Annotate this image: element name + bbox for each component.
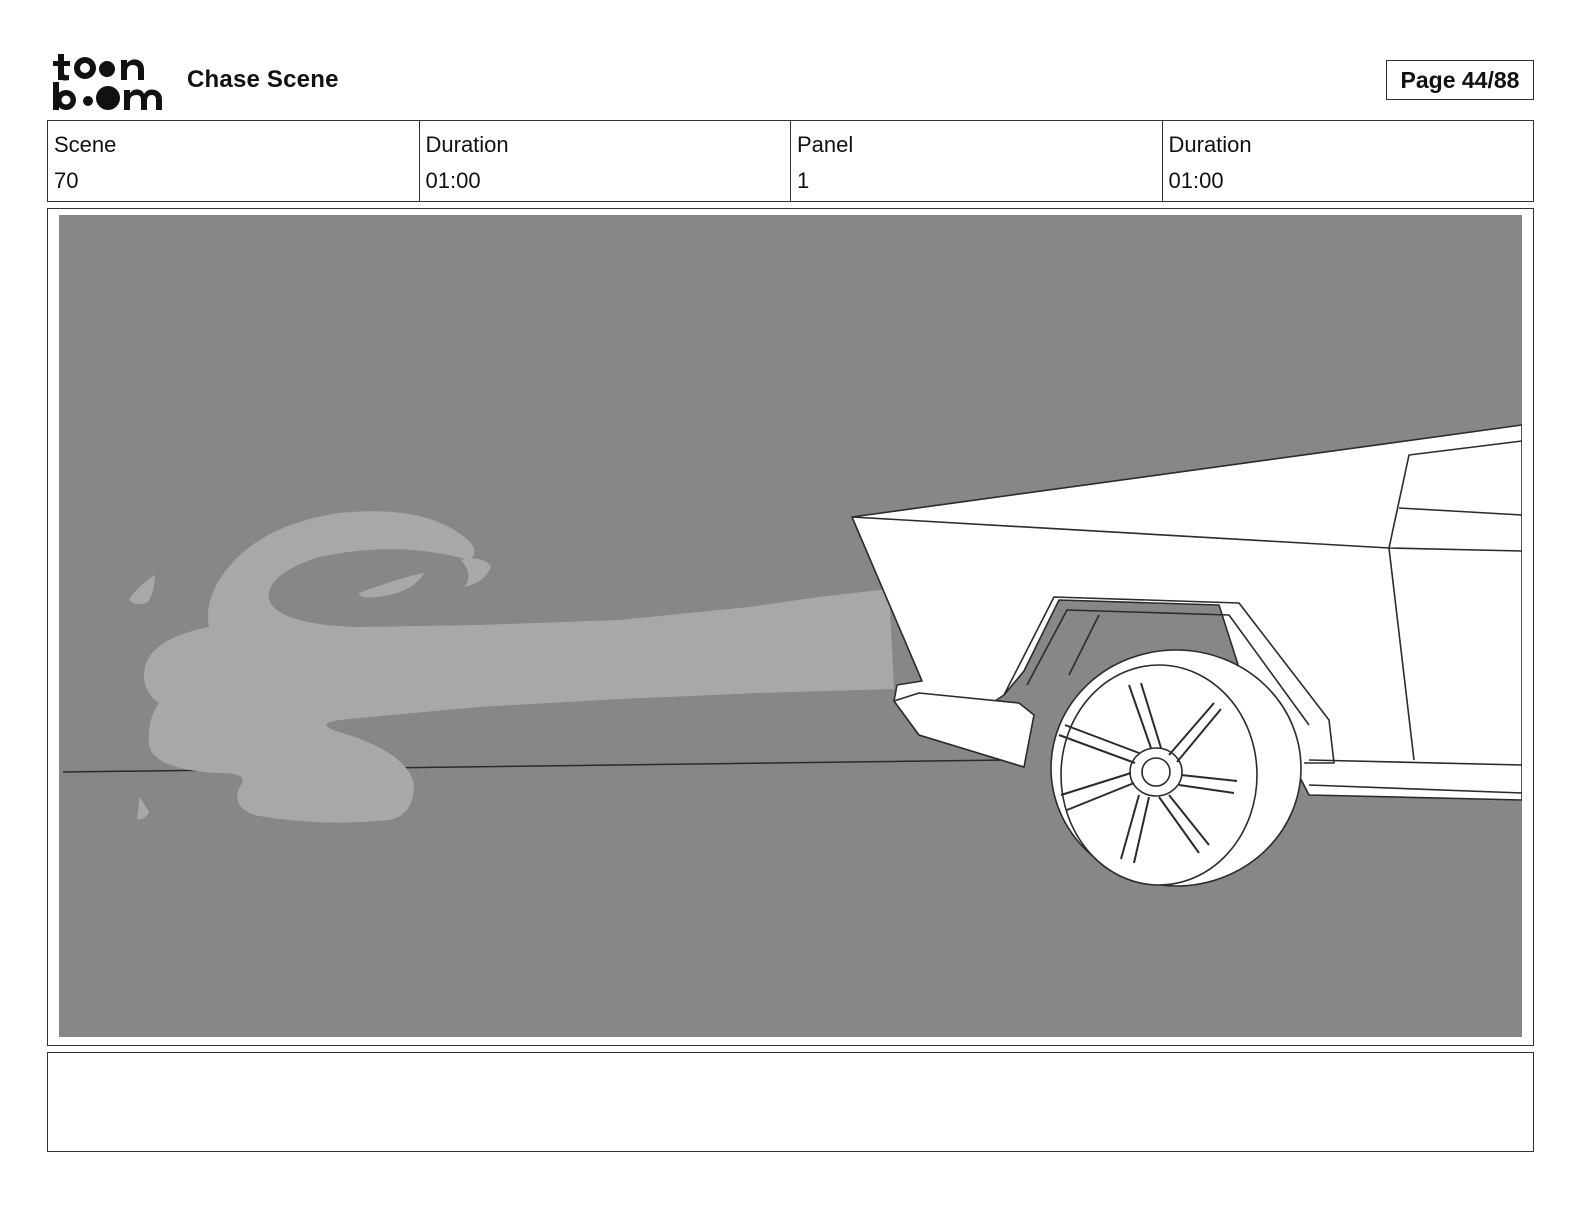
panel-notes-box bbox=[47, 1052, 1534, 1152]
scene-info-table: Scene 70 Duration 01:00 Panel 1 Duration… bbox=[47, 120, 1534, 202]
document-title: Chase Scene bbox=[187, 66, 339, 93]
toon-boom-logo bbox=[53, 54, 162, 110]
scene-label: Scene bbox=[54, 132, 117, 157]
wheel-drawing bbox=[1050, 649, 1302, 887]
page-indicator: Page 44/88 bbox=[1386, 60, 1534, 100]
panel-cell: Panel 1 bbox=[790, 121, 1162, 201]
panel-label: Panel bbox=[797, 132, 854, 157]
scene-cell: Scene 70 bbox=[48, 121, 419, 201]
panel-duration-value: 01:00 bbox=[1168, 168, 1224, 193]
panel-duration-cell: Duration 01:00 bbox=[1161, 121, 1534, 201]
panel-frame bbox=[47, 208, 1534, 1046]
panel-duration-label: Duration bbox=[1168, 132, 1252, 157]
scene-value: 70 bbox=[54, 168, 79, 193]
panel-drawing bbox=[59, 215, 1522, 1037]
scene-duration-cell: Duration 01:00 bbox=[418, 121, 791, 201]
panel-value: 1 bbox=[797, 168, 810, 193]
scene-duration-label: Duration bbox=[425, 132, 509, 157]
scene-duration-value: 01:00 bbox=[425, 168, 481, 193]
